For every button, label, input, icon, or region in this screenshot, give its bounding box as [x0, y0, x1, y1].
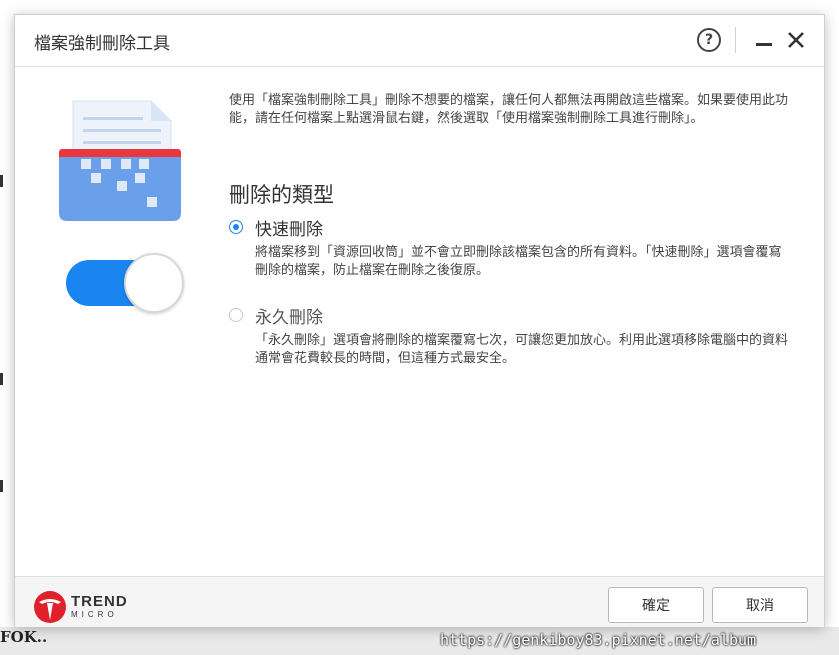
cancel-button[interactable]: 取消: [712, 587, 808, 623]
window-title: 檔案強制刪除工具: [34, 34, 170, 54]
quick-delete-description: 將檔案移到「資源回收筒」並不會立即刪除該檔案包含的所有資料。「快速刪除」選項會覆…: [255, 245, 782, 278]
titlebar-divider: [735, 27, 736, 53]
dialog-footer: TREND MICRO 確定 取消: [15, 576, 824, 627]
background-app-top: [14, 0, 834, 14]
quick-delete-label[interactable]: 快速刪除: [255, 215, 323, 240]
help-icon: ?: [704, 32, 714, 48]
file-shredder-icon: [59, 100, 181, 221]
background-app-right: [825, 0, 839, 655]
trend-micro-logo-icon: [34, 591, 66, 623]
ok-button[interactable]: 確定: [608, 587, 704, 623]
close-icon: [788, 32, 804, 48]
logo-wordmark-sub: MICRO: [71, 610, 118, 619]
trend-micro-logo: TREND MICRO: [33, 590, 133, 624]
title-bar: 檔案強制刪除工具 ?: [15, 15, 824, 67]
background-app-left: [0, 0, 14, 655]
permanent-delete-description: 「永久刪除」選項會將刪除的檔案覆寫七次，可讓您更加放心。利用此選項移除電腦中的資…: [255, 333, 789, 366]
shredder-dialog: 檔案強制刪除工具 ? 使用「檔案強制刪除工具」刪除不想要的檔案，讓任何人都無法再…: [14, 14, 825, 627]
section-title: 刪除的類型: [229, 183, 334, 207]
toggle-knob: [124, 253, 184, 313]
shredder-toggle[interactable]: [66, 253, 184, 313]
permanent-delete-radio[interactable]: [229, 308, 243, 322]
minimize-button[interactable]: [753, 29, 775, 51]
background-mark: [0, 480, 3, 492]
permanent-delete-label[interactable]: 永久刪除: [255, 303, 323, 328]
quick-delete-radio[interactable]: [229, 220, 243, 234]
url-watermark: https://genkiboy83.pixnet.net/album: [440, 631, 757, 649]
logo-wordmark: TREND: [71, 593, 128, 610]
background-mark: [0, 373, 3, 385]
help-button[interactable]: ?: [697, 28, 721, 52]
background-fragment-text: FOK..: [0, 628, 48, 646]
close-button[interactable]: [785, 29, 807, 51]
intro-description: 使用「檔案強制刪除工具」刪除不想要的檔案，讓任何人都無法再開啟這些檔案。如果要使…: [229, 93, 789, 126]
background-mark: [0, 175, 3, 187]
